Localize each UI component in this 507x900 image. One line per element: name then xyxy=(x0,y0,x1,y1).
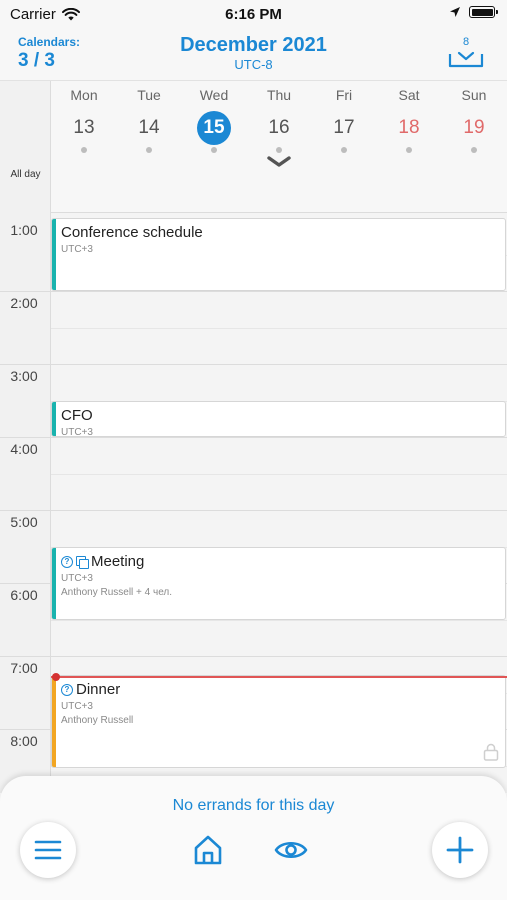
current-time-line xyxy=(51,676,507,678)
hour-label: 5:00 xyxy=(10,514,38,530)
day-number: 16 xyxy=(268,117,290,138)
hour-label: 7:00 xyxy=(10,660,38,676)
event-dot xyxy=(211,147,217,153)
event-color-bar xyxy=(52,548,56,619)
event-dot xyxy=(471,147,477,153)
hour-label: 1:00 xyxy=(10,222,38,238)
event-title: ? Meeting xyxy=(61,553,144,570)
event-conference-schedule[interactable]: Conference schedule UTC+3 xyxy=(51,218,506,291)
location-arrow-icon xyxy=(450,7,460,17)
event-dot xyxy=(146,147,152,153)
day-thu[interactable]: Thu 16 xyxy=(247,87,311,153)
week-strip: All day Mon 13 Tue 14 Wed 15 Thu 16 Fri 17 Sat 18 Su… xyxy=(0,80,507,214)
add-button[interactable] xyxy=(432,822,488,878)
event-dot xyxy=(341,147,347,153)
event-timezone: UTC+3 xyxy=(61,244,93,255)
event-title: Conference schedule xyxy=(61,224,203,241)
event-dot xyxy=(276,147,282,153)
event-color-bar xyxy=(52,676,56,767)
hour-label: 3:00 xyxy=(10,368,38,384)
all-day-label: All day xyxy=(10,169,41,180)
day-number: 18 xyxy=(398,117,420,138)
event-cfo[interactable]: CFO UTC+3 xyxy=(51,401,506,437)
day-name: Mon xyxy=(70,87,98,103)
day-name: Sat xyxy=(398,87,420,103)
event-title-text: Dinner xyxy=(76,681,121,698)
day-number: 15 xyxy=(197,111,231,145)
event-color-bar xyxy=(52,219,56,290)
day-number: 19 xyxy=(463,117,485,138)
current-time-dot xyxy=(52,673,60,681)
lock-icon xyxy=(483,743,499,761)
event-dinner[interactable]: ? Dinner UTC+3 Anthony Russell xyxy=(51,675,506,768)
day-number: 17 xyxy=(333,117,355,138)
event-color-bar xyxy=(52,402,56,436)
chevron-down-icon[interactable] xyxy=(266,154,292,170)
home-icon xyxy=(194,835,222,865)
inbox-download-icon xyxy=(448,51,484,68)
event-title-text: CFO xyxy=(61,407,93,424)
status-bar: Carrier 6:16 PM xyxy=(0,0,507,30)
event-title: ? Dinner xyxy=(61,681,120,698)
hour-label: 6:00 xyxy=(10,587,38,603)
hour-label: 4:00 xyxy=(10,441,38,457)
day-sat[interactable]: Sat 18 xyxy=(377,87,441,153)
all-day-column: All day xyxy=(0,81,51,214)
hour-line xyxy=(0,510,507,511)
copy-icon xyxy=(76,555,89,569)
day-name: Thu xyxy=(266,87,292,103)
help-circle-icon: ? xyxy=(61,555,73,568)
home-button[interactable] xyxy=(190,832,226,868)
menu-icon xyxy=(34,840,62,860)
errands-panel: No errands for this day xyxy=(0,776,507,900)
half-hour-line xyxy=(51,473,507,475)
day-name: Sun xyxy=(461,87,487,103)
day-wed[interactable]: Wed 15 xyxy=(182,87,246,153)
day-number: 14 xyxy=(138,117,160,138)
inbox-count: 8 xyxy=(462,36,470,48)
no-errands-message: No errands for this day xyxy=(172,797,335,814)
timezone-label: UTC-8 xyxy=(234,57,273,72)
event-dot xyxy=(81,147,87,153)
battery-icon xyxy=(469,6,498,18)
hour-line xyxy=(0,437,507,438)
event-title: CFO xyxy=(61,407,93,424)
month-title[interactable]: December 2021 xyxy=(0,34,507,57)
event-timezone: UTC+3 xyxy=(61,427,93,437)
hour-line xyxy=(0,656,507,657)
clock: 6:16 PM xyxy=(225,6,282,23)
day-mon[interactable]: Mon 13 xyxy=(52,87,116,153)
day-fri[interactable]: Fri 17 xyxy=(312,87,376,153)
day-number: 13 xyxy=(73,117,95,138)
event-timezone: UTC+3 xyxy=(61,701,93,712)
event-title-text: Conference schedule xyxy=(61,224,203,241)
plus-icon xyxy=(446,836,474,864)
half-hour-line xyxy=(51,327,507,329)
day-name: Tue xyxy=(137,87,161,103)
event-meeting[interactable]: ? Meeting UTC+3 Anthony Russell + 4 чел. xyxy=(51,547,506,620)
day-sun[interactable]: Sun 19 xyxy=(442,87,506,153)
hour-line xyxy=(0,364,507,365)
help-circle-icon: ? xyxy=(61,683,73,696)
event-title-text: Meeting xyxy=(91,553,145,570)
eye-icon xyxy=(274,841,308,859)
day-name: Fri xyxy=(335,87,353,103)
visibility-button[interactable] xyxy=(273,832,309,868)
hour-label: 2:00 xyxy=(10,295,38,311)
event-timezone: UTC+3 xyxy=(61,573,93,584)
event-attendees: Anthony Russell + 4 чел. xyxy=(61,587,173,598)
calendar-header: Calendars: 3 / 3 December 2021 UTC-8 8 xyxy=(0,30,507,80)
event-dot xyxy=(406,147,412,153)
menu-button[interactable] xyxy=(20,822,76,878)
hour-line xyxy=(0,291,507,292)
hour-label: 8:00 xyxy=(10,733,38,749)
inbox-button[interactable]: 8 xyxy=(447,36,485,73)
day-grid[interactable]: 1:00 2:00 3:00 4:00 5:00 6:00 7:00 8:00 Confere… xyxy=(0,213,507,803)
event-attendees: Anthony Russell xyxy=(61,715,134,726)
day-name: Wed xyxy=(199,87,229,103)
day-tue[interactable]: Tue 14 xyxy=(117,87,181,153)
